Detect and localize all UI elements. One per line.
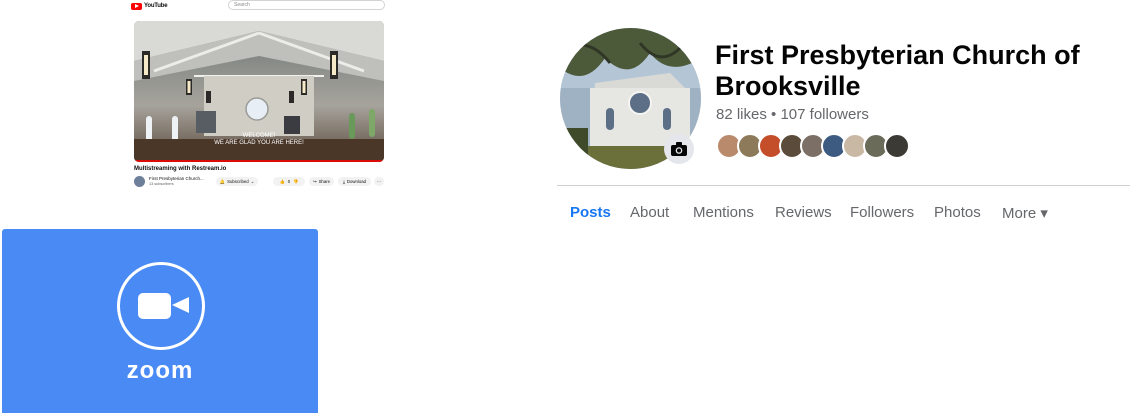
bell-icon: 🔔 <box>219 178 226 184</box>
channel-name[interactable]: First Presbyterian Church... <box>149 176 204 181</box>
youtube-topbar: YouTube Search <box>128 0 388 12</box>
channel-avatar[interactable] <box>134 176 145 187</box>
follower-avatar[interactable] <box>884 133 910 159</box>
tab-mentions[interactable]: Mentions <box>693 204 754 221</box>
zoom-wordmark: zoom <box>126 357 194 384</box>
tab-reviews[interactable]: Reviews <box>775 204 832 221</box>
download-icon: ⤓ <box>342 179 345 184</box>
chevron-down-icon: ⌄ <box>250 178 255 184</box>
youtube-video-title: Multistreaming with Restream.io <box>134 166 227 172</box>
subscribed-button[interactable]: 🔔 Subscribed ⌄ <box>216 177 258 186</box>
like-dislike-button[interactable]: 👍 0 👎 <box>273 177 305 186</box>
youtube-channel-row: First Presbyterian Church... 13 subscrib… <box>134 175 384 189</box>
video-caption-line2: WE ARE GLAD YOU ARE HERE! <box>214 140 304 146</box>
youtube-thumbnail-panel: YouTube Search WELCOME! WE ARE GLAD YOU … <box>128 0 388 192</box>
share-icon: ↪ <box>312 178 317 184</box>
video-caption-line1: WELCOME! <box>242 133 276 139</box>
update-photo-button[interactable] <box>664 134 694 164</box>
tab-more[interactable]: More ▾ <box>1002 204 1048 222</box>
more-actions-button[interactable]: ··· <box>374 177 384 186</box>
header-divider <box>557 185 1130 186</box>
tab-followers[interactable]: Followers <box>850 204 914 221</box>
youtube-search-input[interactable]: Search <box>228 0 385 10</box>
tab-posts[interactable]: Posts <box>570 204 611 221</box>
video-caption: WELCOME! WE ARE GLAD YOU ARE HERE! <box>134 133 384 147</box>
youtube-brand-text: YouTube <box>144 3 168 9</box>
zoom-logo-tile: zoom <box>2 229 318 413</box>
like-count: 0 <box>287 179 291 184</box>
camera-icon <box>671 142 687 156</box>
subscribed-label: Subscribed <box>227 179 249 184</box>
camera-lens-shape <box>172 297 189 313</box>
youtube-video-player[interactable]: WELCOME! WE ARE GLAD YOU ARE HERE! <box>134 21 384 162</box>
channel-subscriber-count: 13 subscribers <box>149 182 174 186</box>
thumbs-up-icon: 👍 <box>279 178 285 184</box>
share-button[interactable]: ↪ Share <box>309 177 334 186</box>
page-title: First Presbyterian Church of Brooksville <box>715 40 1080 101</box>
download-label: Download <box>346 179 367 184</box>
likes-count[interactable]: 82 likes <box>716 106 767 123</box>
youtube-logo[interactable]: YouTube <box>131 2 168 10</box>
zoom-camera-icon <box>117 262 205 350</box>
followers-count[interactable]: 107 followers <box>780 106 868 123</box>
page-stats: 82 likes • 107 followers <box>716 106 869 123</box>
tab-about[interactable]: About <box>630 204 669 221</box>
tab-photos[interactable]: Photos <box>934 204 981 221</box>
youtube-play-icon <box>131 2 142 10</box>
stats-separator: • <box>771 106 777 123</box>
share-label: Share <box>318 179 331 184</box>
thumbs-down-icon: 👎 <box>293 178 299 184</box>
camera-body-shape <box>138 293 171 319</box>
download-button[interactable]: ⤓ Download <box>338 177 371 186</box>
